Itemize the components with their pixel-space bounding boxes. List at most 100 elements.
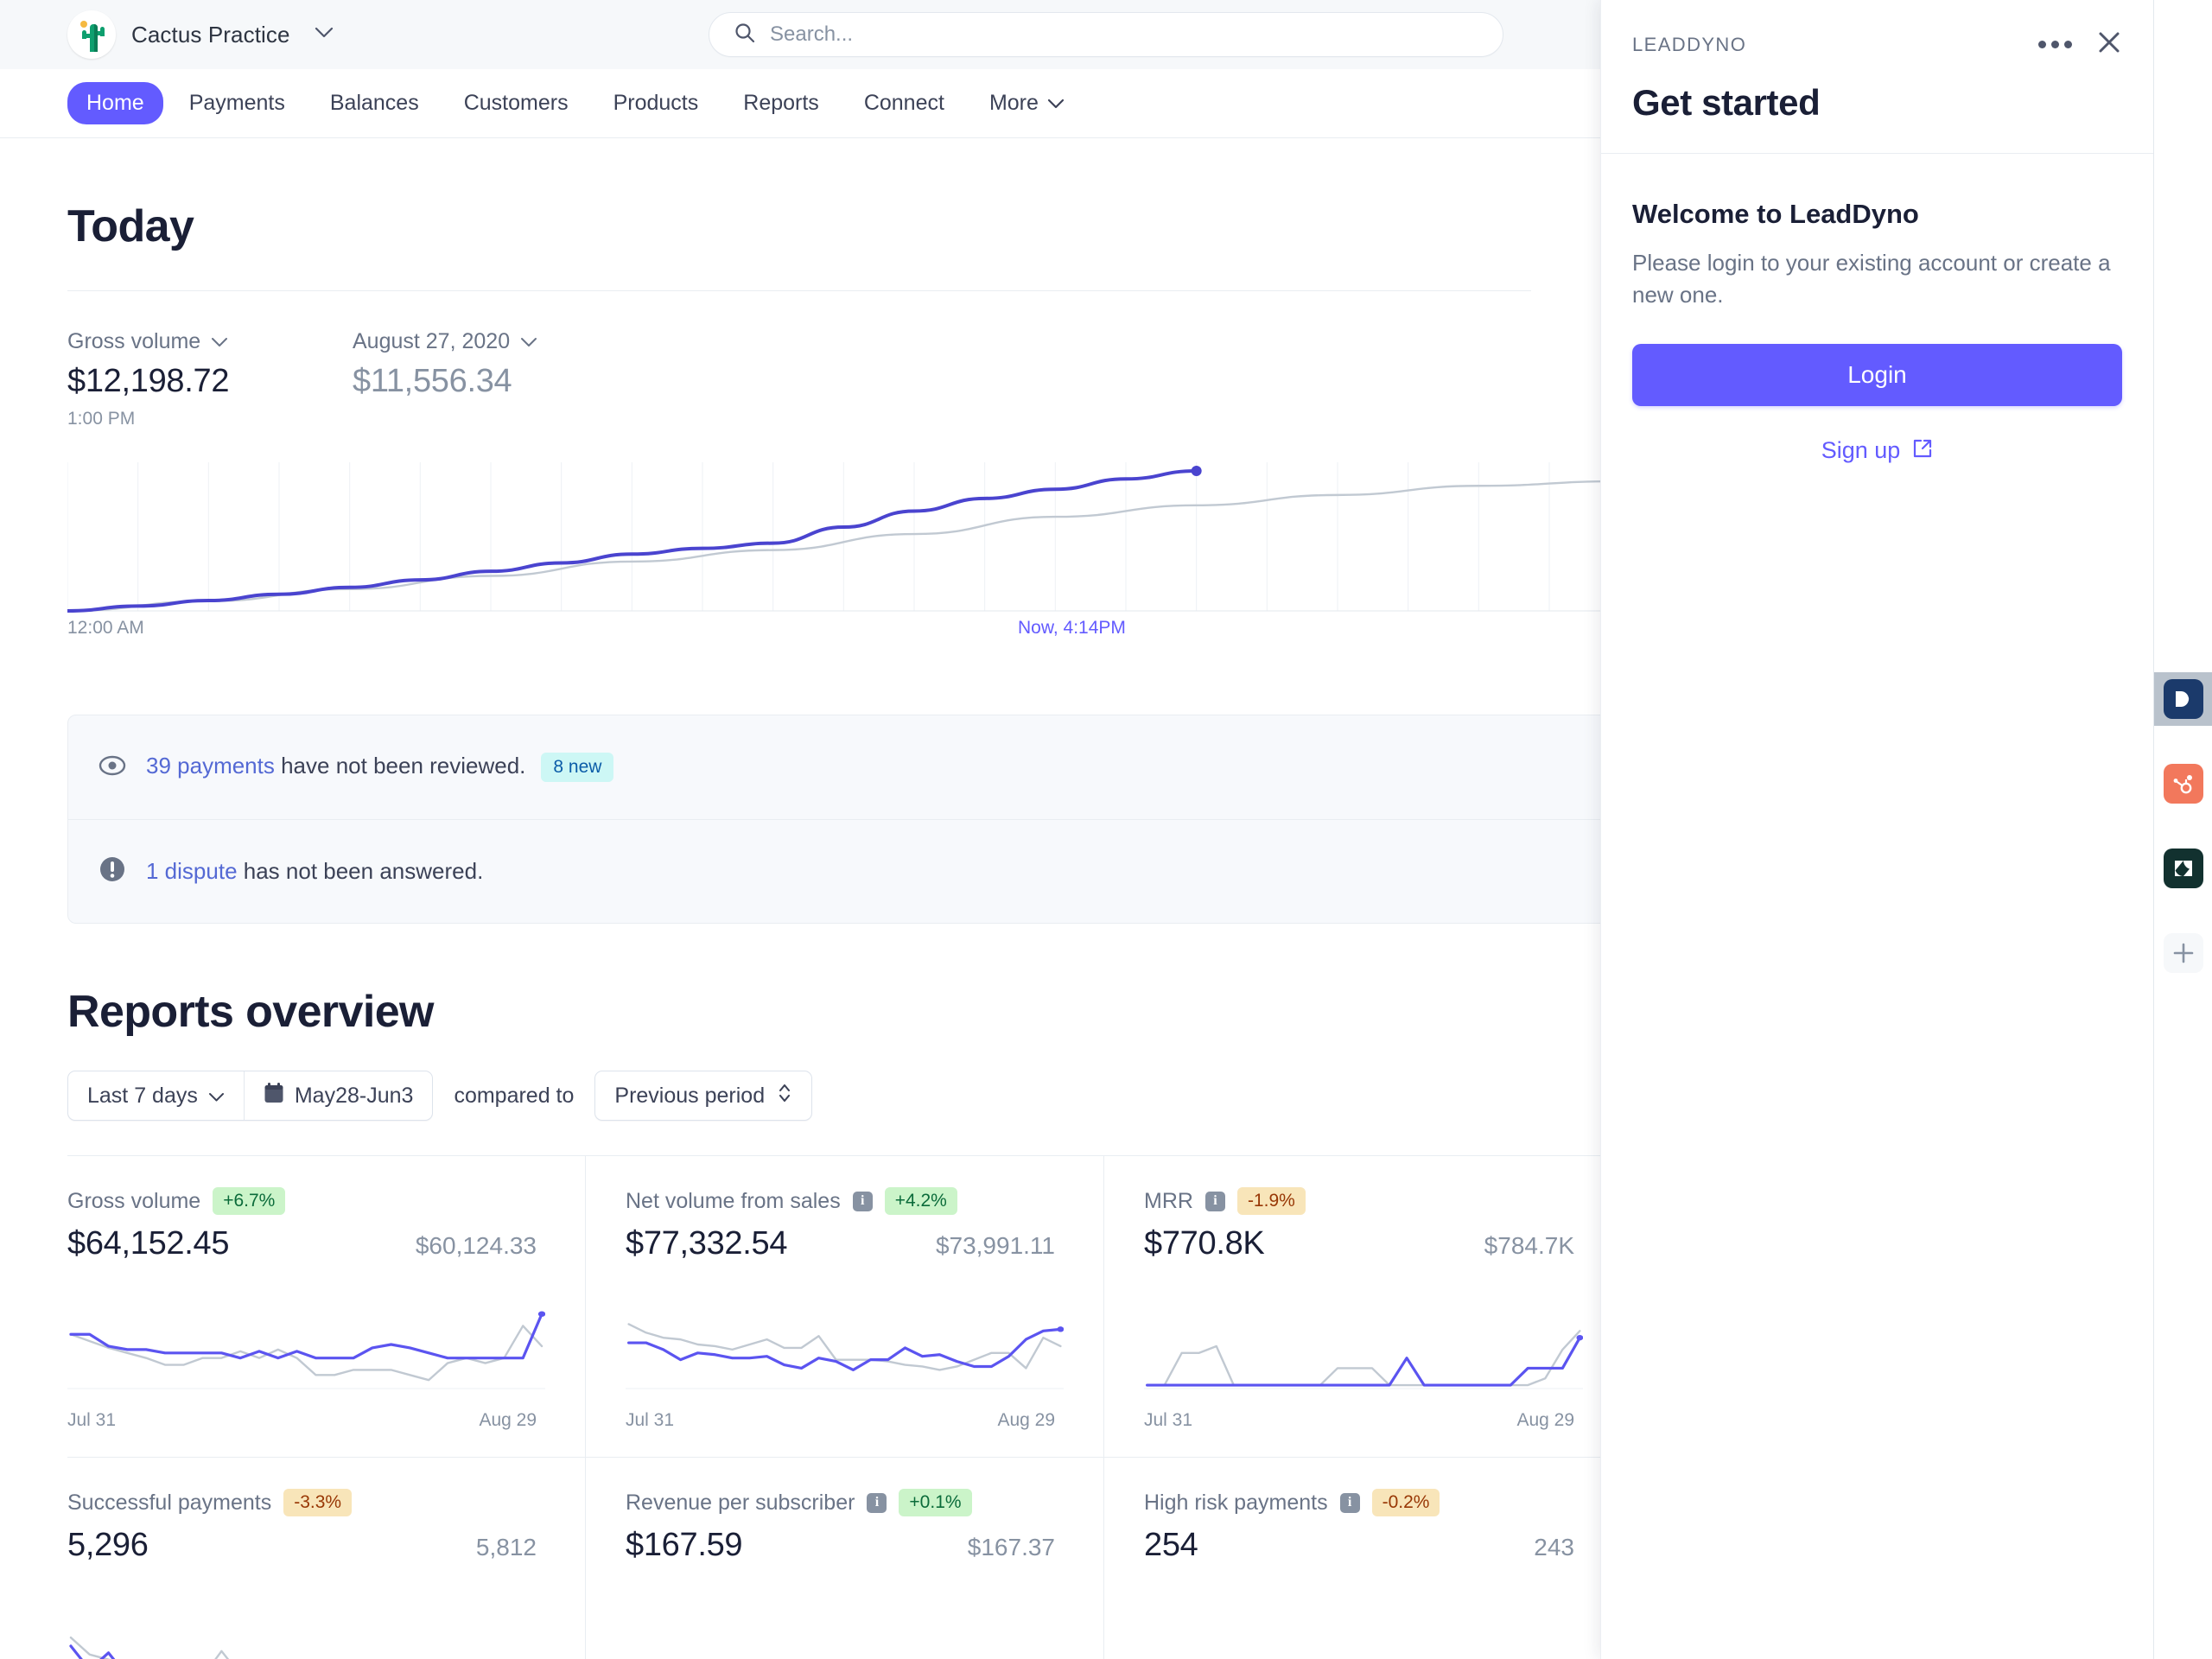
report-card-sparkline bbox=[626, 1595, 1064, 1659]
rail-slot-leaddyno[interactable] bbox=[2153, 672, 2212, 726]
nav-item-more-label: More bbox=[988, 91, 1039, 115]
report-card[interactable]: Net volume from sales i +4.2% $77,332.54 $73… bbox=[586, 1156, 1104, 1457]
report-card-axis: Jul 31 Aug 29 bbox=[1144, 1410, 1583, 1431]
report-card-sparkline bbox=[67, 1595, 545, 1659]
today-volume-chart-svg bbox=[67, 462, 1761, 613]
date-picker-button[interactable]: May28-Jun3 bbox=[245, 1071, 433, 1120]
reports-card-grid: Gross volume +6.7% $64,152.45 $60,124.33 Jul… bbox=[67, 1155, 1623, 1659]
signup-row[interactable]: Sign up bbox=[1632, 437, 2122, 464]
report-card[interactable]: Revenue per subscriber i +0.1% $167.59 $167.… bbox=[586, 1457, 1104, 1659]
report-card[interactable]: MRR i -1.9% $770.8K $784.7K Jul 31 Aug 29 bbox=[1104, 1156, 1623, 1457]
report-card-value: $64,152.45 bbox=[67, 1225, 230, 1262]
notices-panel: 39 payments have not been reviewed. 8 new… bbox=[67, 715, 1623, 924]
info-icon[interactable]: i bbox=[867, 1492, 887, 1513]
nav-item-reports[interactable]: Reports bbox=[724, 82, 838, 124]
leaddyno-panel: LEADDYNO Get started Welcome to LeadDyno… bbox=[1600, 0, 2153, 1659]
nav-item-balances[interactable]: Balances bbox=[311, 82, 438, 124]
date-range-label: Last 7 days bbox=[87, 1083, 198, 1108]
report-card-values: $167.59 $167.37 bbox=[626, 1527, 1064, 1564]
nav-item-customers[interactable]: Customers bbox=[445, 82, 588, 124]
axis-start-label: Jul 31 bbox=[626, 1410, 675, 1430]
page-title-reports: Reports overview bbox=[67, 987, 435, 1037]
report-card-header: Gross volume +6.7% bbox=[67, 1187, 545, 1215]
today-compare-selector[interactable]: August 27, 2020 bbox=[353, 329, 638, 354]
today-metric-selector[interactable]: Gross volume bbox=[67, 329, 353, 354]
main-content: Today Gross volume $12,198.72 1:00 PM Au… bbox=[0, 138, 1761, 1659]
info-icon[interactable]: i bbox=[852, 1191, 873, 1211]
delta-badge: +6.7% bbox=[213, 1187, 286, 1215]
delta-badge: +0.1% bbox=[899, 1489, 972, 1516]
rail-slot-add[interactable] bbox=[2154, 926, 2212, 980]
report-card-values: 5,296 5,812 bbox=[67, 1527, 545, 1564]
today-metric-compare: August 27, 2020 $11,556.34 bbox=[353, 329, 638, 429]
delta-badge: +4.2% bbox=[884, 1187, 957, 1215]
exclamation-icon bbox=[98, 855, 127, 888]
today-compare-value: $11,556.34 bbox=[353, 363, 512, 399]
today-volume-chart bbox=[67, 462, 1761, 618]
notice-row-dispute[interactable]: 1 dispute has not been answered. bbox=[68, 819, 1622, 923]
report-card-sparkline bbox=[1144, 1294, 1584, 1402]
compared-to-label: compared to bbox=[454, 1083, 575, 1108]
report-card[interactable]: Successful payments-3.3%5,2965,812Jul 31… bbox=[67, 1457, 586, 1659]
report-card-title: Gross volume bbox=[67, 1188, 201, 1213]
notice-dispute-link[interactable]: 1 dispute bbox=[146, 858, 238, 884]
chevron-updown-icon bbox=[777, 1082, 792, 1110]
add-app-icon bbox=[2163, 933, 2203, 973]
zendesk-app-icon bbox=[2163, 849, 2203, 888]
rail-slot-hubspot[interactable] bbox=[2154, 757, 2212, 810]
panel-title: Get started bbox=[1632, 82, 1821, 123]
report-card-title: MRR bbox=[1144, 1188, 1193, 1213]
nav-item-home[interactable]: Home bbox=[67, 82, 163, 124]
search-input[interactable]: Search... bbox=[770, 22, 853, 47]
brand-switcher[interactable]: Cactus Practice bbox=[67, 10, 334, 59]
status-badge-new: 8 new bbox=[541, 753, 614, 783]
report-card-values: $770.8K $784.7K bbox=[1144, 1225, 1583, 1262]
info-icon[interactable]: i bbox=[1339, 1492, 1360, 1513]
compare-period-select[interactable]: Previous period bbox=[594, 1071, 813, 1121]
search-box[interactable]: Search... bbox=[709, 12, 1503, 57]
report-card-title: High risk payments bbox=[1144, 1490, 1328, 1515]
nav-item-more[interactable]: More bbox=[970, 82, 1084, 124]
notice-payments-link[interactable]: 39 payments bbox=[146, 753, 275, 779]
chevron-down-icon bbox=[520, 329, 537, 354]
report-card-previous-value: 243 bbox=[1534, 1534, 1574, 1560]
eye-icon bbox=[98, 751, 127, 785]
report-card[interactable]: Gross volume +6.7% $64,152.45 $60,124.33 Jul… bbox=[67, 1156, 586, 1457]
report-card-value: 5,296 bbox=[67, 1527, 149, 1563]
chevron-down-icon bbox=[1047, 91, 1065, 116]
report-card-values: $64,152.45 $60,124.33 bbox=[67, 1225, 545, 1262]
chevron-down-icon bbox=[211, 329, 228, 354]
notice-payments-text: 39 payments have not been reviewed. 8 new bbox=[146, 753, 614, 783]
nav-item-products[interactable]: Products bbox=[594, 82, 718, 124]
report-card-value: $77,332.54 bbox=[626, 1225, 788, 1262]
more-horizontal-icon[interactable] bbox=[2038, 41, 2072, 48]
close-icon[interactable] bbox=[2096, 29, 2122, 60]
report-card-header: Revenue per subscriber i +0.1% bbox=[626, 1489, 1064, 1516]
nav-item-payments[interactable]: Payments bbox=[170, 82, 304, 124]
report-card-header: MRR i -1.9% bbox=[1144, 1187, 1583, 1215]
today-compare-label: August 27, 2020 bbox=[353, 329, 511, 353]
axis-start-label: Jul 31 bbox=[67, 1410, 117, 1430]
brand-name: Cactus Practice bbox=[131, 21, 290, 48]
login-button[interactable]: Login bbox=[1632, 344, 2122, 407]
report-card-values: 254 243 bbox=[1144, 1527, 1583, 1564]
chevron-down-icon[interactable] bbox=[315, 27, 334, 43]
app-rail bbox=[2153, 0, 2212, 1659]
today-metric-time: 1:00 PM bbox=[67, 409, 136, 429]
nav-item-connect[interactable]: Connect bbox=[845, 82, 963, 124]
notice-row-payments[interactable]: 39 payments have not been reviewed. 8 new bbox=[68, 715, 1622, 819]
today-metric-current: Gross volume $12,198.72 1:00 PM bbox=[67, 329, 353, 429]
info-icon[interactable]: i bbox=[1205, 1191, 1225, 1211]
date-range-selector[interactable]: Last 7 days bbox=[68, 1071, 244, 1120]
report-card-axis: Jul 31 Aug 29 bbox=[626, 1410, 1064, 1431]
cactus-logo bbox=[67, 10, 116, 59]
report-card-title: Successful payments bbox=[67, 1490, 272, 1515]
signup-link[interactable]: Sign up bbox=[1821, 437, 1901, 464]
rail-slot-zendesk[interactable] bbox=[2154, 842, 2212, 895]
divider bbox=[67, 290, 1531, 291]
leaddyno-panel-body: Welcome to LeadDyno Please login to your… bbox=[1601, 154, 2153, 464]
axis-end-label: Aug 29 bbox=[1516, 1410, 1574, 1430]
report-card-sparkline bbox=[1144, 1595, 1583, 1659]
report-card[interactable]: High risk paymentsi-0.2%254243Jul 31Aug … bbox=[1104, 1457, 1623, 1659]
date-range-segmented-control[interactable]: Last 7 days May28-Jun3 bbox=[67, 1071, 434, 1121]
